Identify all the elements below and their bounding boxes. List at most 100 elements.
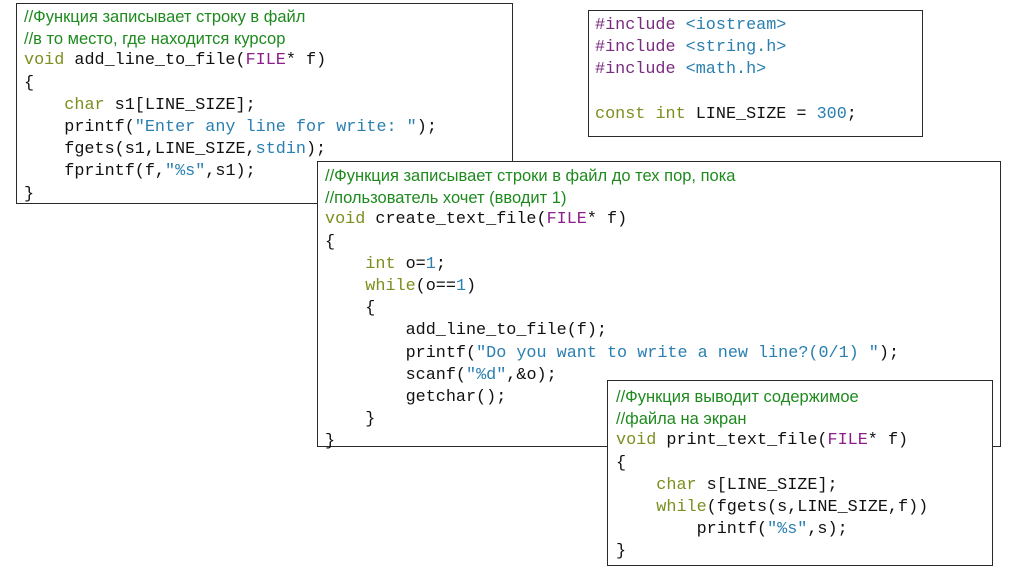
code-line: //файла на экран bbox=[616, 408, 992, 430]
code-token-plain: } bbox=[616, 542, 627, 562]
code-line: { bbox=[24, 73, 512, 95]
code-token-kw: const bbox=[595, 104, 646, 124]
code-token-comment: //Функция записывает строки в файл до те… bbox=[325, 167, 736, 185]
code-line: char s[LINE_SIZE]; bbox=[616, 475, 992, 497]
code-token-kw: char bbox=[656, 475, 697, 495]
code-token-plain: ; bbox=[435, 254, 446, 274]
code-token-str: "Do you want to write a new line?(0/1) " bbox=[476, 343, 879, 363]
code-token-plain: o= bbox=[395, 254, 426, 274]
code-token-plain: printf( bbox=[616, 520, 768, 540]
code-token-plain: add_line_to_file(f); bbox=[325, 321, 607, 341]
code-token-num: 1 bbox=[455, 276, 467, 296]
code-line: { bbox=[325, 298, 1000, 320]
code-line: #include <string.h> bbox=[595, 37, 922, 59]
code-token-plain: * f) bbox=[867, 431, 909, 451]
code-token-plain: scanf( bbox=[325, 365, 466, 385]
code-token-kw: while bbox=[656, 497, 707, 517]
code-line: void create_text_file(FILE* f) bbox=[325, 209, 1000, 231]
code-token-inc: #include bbox=[595, 60, 676, 80]
code-token-kw: int bbox=[655, 104, 686, 124]
code-token-plain: fgets(s1,LINE_SIZE, bbox=[24, 140, 256, 160]
code-token-plain: } bbox=[24, 184, 35, 204]
code-token-kw: int bbox=[365, 254, 396, 274]
code-line: fgets(s1,LINE_SIZE,stdin); bbox=[24, 139, 512, 161]
code-line: while(o==1) bbox=[325, 276, 1000, 298]
code-token-plain: { bbox=[325, 299, 376, 319]
code-token-num: 300 bbox=[816, 104, 847, 124]
code-token-plain: getchar(); bbox=[325, 387, 507, 407]
code-token-type: FILE bbox=[245, 51, 286, 71]
code-token-plain: ); bbox=[305, 140, 327, 160]
code-line: printf("Enter any line for write: "); bbox=[24, 117, 512, 139]
code-box-print-text-file: //Функция выводит содержимое //файла на э… bbox=[607, 380, 993, 566]
code-token-kw: while bbox=[365, 276, 416, 296]
code-token-plain: fprintf(f, bbox=[24, 162, 165, 182]
code-token-str: "%s" bbox=[767, 520, 808, 540]
code-token-plain: printf( bbox=[325, 343, 477, 363]
code-line: //пользователь хочет (вводит 1) bbox=[325, 187, 1000, 209]
code-token-comment: //Функция записывает строку в файл bbox=[24, 8, 306, 26]
code-token-inc: #include bbox=[595, 38, 676, 58]
code-line: //Функция записывает строки в файл до те… bbox=[325, 165, 1000, 187]
code-token-plain: ); bbox=[878, 343, 900, 363]
code-token-plain: printf( bbox=[24, 117, 135, 137]
code-token-plain: { bbox=[325, 232, 336, 252]
code-line: add_line_to_file(f); bbox=[325, 320, 1000, 342]
code-line: //Функция записывает строку в файл bbox=[24, 6, 512, 28]
code-token-hdr: <string.h> bbox=[685, 38, 787, 58]
code-token-str: "%d" bbox=[466, 365, 507, 385]
code-token-plain: } bbox=[325, 432, 336, 452]
code-line: { bbox=[616, 453, 992, 475]
code-line: { bbox=[325, 232, 1000, 254]
code-line: #include <iostream> bbox=[595, 15, 922, 37]
code-token-plain: } bbox=[325, 410, 376, 430]
code-token-plain: ) bbox=[466, 276, 477, 296]
code-token-plain: print_text_file( bbox=[656, 431, 828, 451]
code-token-plain: s[LINE_SIZE]; bbox=[696, 475, 838, 495]
code-token-type: FILE bbox=[546, 210, 587, 230]
code-line: char s1[LINE_SIZE]; bbox=[24, 95, 512, 117]
code-line: //Функция выводит содержимое bbox=[616, 386, 992, 408]
code-token-str: "%s" bbox=[165, 162, 206, 182]
code-token-str: stdin bbox=[255, 140, 306, 160]
code-token-plain: * f) bbox=[586, 210, 628, 230]
code-token-hdr: <math.h> bbox=[685, 60, 767, 80]
code-token-plain: ,&o); bbox=[506, 365, 557, 385]
code-token-num: 1 bbox=[425, 254, 436, 274]
code-token-plain: LINE_SIZE = bbox=[685, 104, 817, 124]
code-token-plain: ); bbox=[416, 117, 437, 137]
code-token-comment: //в то место, где находится курсор bbox=[24, 30, 286, 49]
code-token-plain: s1[LINE_SIZE]; bbox=[104, 95, 256, 115]
code-line: //в то место, где находится курсор bbox=[24, 28, 512, 50]
code-line: void add_line_to_file(FILE* f) bbox=[24, 50, 512, 72]
code-token-plain: ,s); bbox=[807, 520, 848, 540]
code-token-plain: (fgets(s,LINE_SIZE,f)) bbox=[706, 497, 929, 517]
code-token-comment: //Функция выводит содержимое bbox=[616, 388, 859, 406]
code-token-kw: char bbox=[64, 95, 105, 115]
code-token-plain: { bbox=[616, 453, 627, 473]
code-line: printf("Do you want to write a new line?… bbox=[325, 343, 1000, 365]
code-line: #include <math.h> bbox=[595, 59, 922, 81]
code-line: void print_text_file(FILE* f) bbox=[616, 430, 992, 452]
code-token-plain: * f) bbox=[285, 51, 327, 71]
code-line: while(fgets(s,LINE_SIZE,f)) bbox=[616, 497, 992, 519]
code-line: } bbox=[616, 541, 992, 563]
code-token-type: FILE bbox=[827, 431, 868, 451]
code-token-comment: //пользователь хочет (вводит 1) bbox=[325, 189, 567, 208]
code-token-comment: //файла на экран bbox=[616, 410, 747, 429]
code-token-kw: void bbox=[24, 51, 65, 71]
code-line: const int LINE_SIZE = 300; bbox=[595, 104, 922, 126]
code-line: int o=1; bbox=[325, 254, 1000, 276]
code-token-kw: void bbox=[616, 431, 657, 451]
code-token-str: "Enter any line for write: " bbox=[134, 117, 417, 137]
